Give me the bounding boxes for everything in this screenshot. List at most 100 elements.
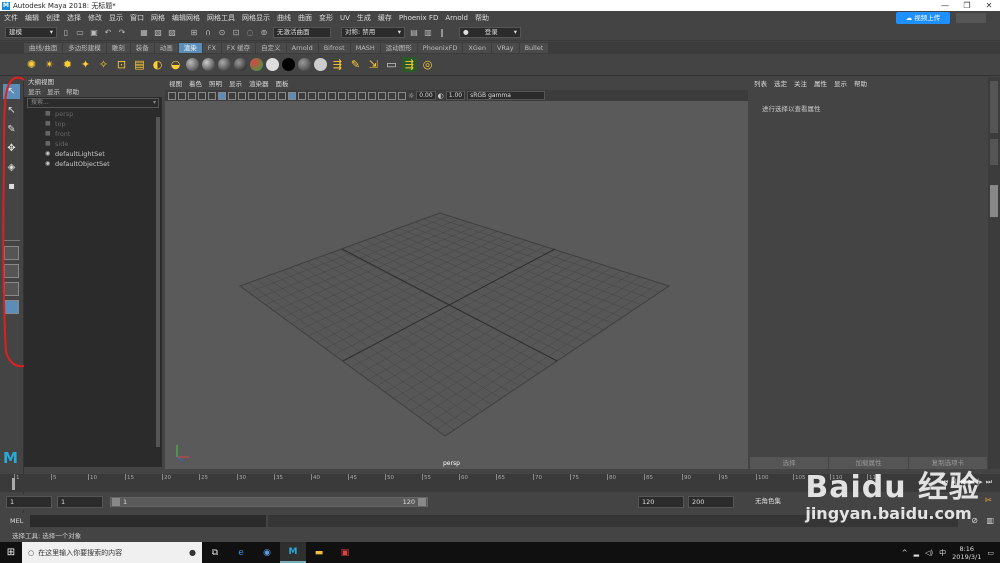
- login-dropdown[interactable]: ● 登录 ▾: [459, 27, 521, 38]
- menu-file[interactable]: 文件: [4, 13, 18, 23]
- attr-menu-list[interactable]: 列表: [754, 77, 767, 91]
- attr-menu-show[interactable]: 显示: [834, 77, 847, 91]
- menu-deform[interactable]: 变形: [319, 13, 333, 23]
- blinn-icon[interactable]: [202, 58, 215, 71]
- depth-of-field-icon[interactable]: [358, 91, 366, 100]
- xray-icon[interactable]: [378, 91, 386, 100]
- attr-menu-attributes[interactable]: 属性: [814, 77, 827, 91]
- shelf-tab-curves[interactable]: 曲线/曲面: [24, 43, 63, 53]
- notifications-icon[interactable]: ▭: [987, 549, 994, 557]
- anim-start-field[interactable]: 1: [57, 496, 103, 508]
- menu-modify[interactable]: 修改: [88, 13, 102, 23]
- taskbar-clock[interactable]: 8:16 2019/3/1: [952, 545, 981, 561]
- grid-toggle-icon[interactable]: [208, 91, 216, 100]
- live-surface-field[interactable]: 无激活曲面: [273, 27, 331, 38]
- symmetry-dropdown[interactable]: 对称: 禁用 ▾: [341, 27, 405, 38]
- time-ruler[interactable]: 1 5 10 15 20 25 30 35 40 45 50 55 60 65 70 75 80 85 90 95 10…: [14, 474, 904, 492]
- xray-joints-icon[interactable]: [388, 91, 396, 100]
- toon-icon[interactable]: ⇲: [366, 57, 381, 72]
- side-tab-attribute-editor[interactable]: [990, 185, 998, 217]
- menu-arnold[interactable]: Arnold: [445, 14, 468, 22]
- play-forward-icon[interactable]: ▶: [968, 478, 973, 487]
- play-back-icon[interactable]: ◀: [960, 478, 965, 487]
- select-camera-icon[interactable]: [168, 91, 176, 100]
- viewport-grid[interactable]: [165, 101, 748, 469]
- volume-icon[interactable]: ◁): [925, 549, 933, 557]
- ambient-occlusion-icon[interactable]: [328, 91, 336, 100]
- shelf-tab-motion-graphics[interactable]: 运动图形: [380, 43, 417, 53]
- select-object-icon[interactable]: ▧: [153, 28, 163, 38]
- phong-icon[interactable]: [234, 58, 247, 71]
- menu-windows[interactable]: 窗口: [130, 13, 144, 23]
- exposure-field[interactable]: 0.00: [416, 91, 436, 100]
- camera-icon[interactable]: ▭: [384, 57, 399, 72]
- end-frame-field[interactable]: 200: [688, 496, 734, 508]
- outliner-search-input[interactable]: 搜索... ▾: [27, 98, 159, 108]
- menu-create[interactable]: 创建: [46, 13, 60, 23]
- area-light-icon[interactable]: ✧: [96, 57, 111, 72]
- menu-display[interactable]: 显示: [109, 13, 123, 23]
- menu-edit-mesh[interactable]: 编辑网格: [172, 13, 200, 23]
- snap-view-icon[interactable]: ⊡: [231, 28, 241, 38]
- pdf-reader-icon[interactable]: ▣: [332, 542, 358, 563]
- menu-phoenixfd[interactable]: Phoenix FD: [399, 14, 438, 22]
- make-live-icon[interactable]: ⊚: [259, 28, 269, 38]
- ambient-light-icon[interactable]: ✺: [24, 57, 39, 72]
- shelf-tab-phoenixfd[interactable]: PhoenixFD: [417, 43, 463, 53]
- smooth-shade-icon[interactable]: [288, 91, 296, 100]
- close-button[interactable]: ✕: [978, 0, 1000, 11]
- film-gate-icon[interactable]: [218, 91, 226, 100]
- time-slider[interactable]: 1 5 10 15 20 25 30 35 40 45 50 55 60 65 70 75 80 85 90 95 10…: [0, 474, 1000, 492]
- outliner-item-front[interactable]: ■ front: [24, 129, 162, 139]
- undo-icon[interactable]: ↶: [103, 28, 113, 38]
- file-explorer-icon[interactable]: ▬: [306, 542, 332, 563]
- shelf-tab-bifrost[interactable]: Bifrost: [318, 43, 350, 53]
- point-light-icon[interactable]: ✹: [60, 57, 75, 72]
- gate-mask-icon[interactable]: [238, 91, 246, 100]
- shelf-tab-rendering[interactable]: 渲染: [178, 43, 202, 53]
- start-frame-field[interactable]: 1: [6, 496, 52, 508]
- maximize-button[interactable]: ❐: [956, 0, 978, 11]
- safe-action-icon[interactable]: [258, 91, 266, 100]
- shelf-tab-fx-cache[interactable]: FX 缓存: [221, 43, 256, 53]
- mel-label[interactable]: MEL: [10, 517, 23, 525]
- shelf-tab-mash[interactable]: MASH: [350, 43, 380, 53]
- menu-edit[interactable]: 编辑: [25, 13, 39, 23]
- step-back-icon[interactable]: ◂|: [951, 478, 957, 487]
- shelf-tab-bullet[interactable]: Bullet: [519, 43, 549, 53]
- chevron-up-icon[interactable]: ^: [902, 549, 908, 557]
- menu-mesh-display[interactable]: 网格显示: [242, 13, 270, 23]
- outliner-menu-help[interactable]: 帮助: [66, 87, 79, 97]
- select-button[interactable]: 选择: [750, 457, 829, 469]
- workspace-dropdown[interactable]: [956, 13, 986, 23]
- shelf-tab-vray[interactable]: VRay: [491, 43, 519, 53]
- shelf-tab-sculpt[interactable]: 雕刻: [106, 43, 130, 53]
- task-view-icon[interactable]: ⧉: [202, 542, 228, 563]
- shelf-tab-fx[interactable]: FX: [202, 43, 221, 53]
- snap-point-icon[interactable]: ⊙: [217, 28, 227, 38]
- viewport-menu-shading[interactable]: 着色: [189, 79, 202, 90]
- render-settings-icon[interactable]: ▤: [132, 57, 147, 72]
- menu-help[interactable]: 帮助: [475, 13, 489, 23]
- menu-curves[interactable]: 曲线: [277, 13, 291, 23]
- maya-taskbar-icon[interactable]: M: [280, 542, 306, 563]
- shelf-tab-custom[interactable]: 自定义: [256, 43, 286, 53]
- playblast-icon[interactable]: ⇶: [402, 57, 417, 72]
- spot-light-icon[interactable]: ✦: [78, 57, 93, 72]
- bookmark-icon[interactable]: [188, 91, 196, 100]
- outliner-scrollbar[interactable]: [156, 117, 160, 447]
- resolution-gate-icon[interactable]: [228, 91, 236, 100]
- attr-menu-help[interactable]: 帮助: [854, 77, 867, 91]
- outliner-menu-show[interactable]: 显示: [47, 87, 60, 97]
- field-chart-icon[interactable]: [248, 91, 256, 100]
- viewport-menu-show[interactable]: 显示: [229, 79, 242, 90]
- range-start-handle[interactable]: [112, 498, 120, 506]
- layered-shader-icon[interactable]: [314, 58, 327, 71]
- shelf-tab-arnold[interactable]: Arnold: [286, 43, 318, 53]
- isolate-select-icon[interactable]: [368, 91, 376, 100]
- copy-tab-button[interactable]: 复制选项卡: [908, 457, 987, 469]
- character-set-dropdown[interactable]: 无角色集: [752, 496, 792, 508]
- menu-uv[interactable]: UV: [340, 14, 350, 22]
- time-cursor[interactable]: [12, 478, 15, 490]
- shelf-tab-animation[interactable]: 动画: [154, 43, 178, 53]
